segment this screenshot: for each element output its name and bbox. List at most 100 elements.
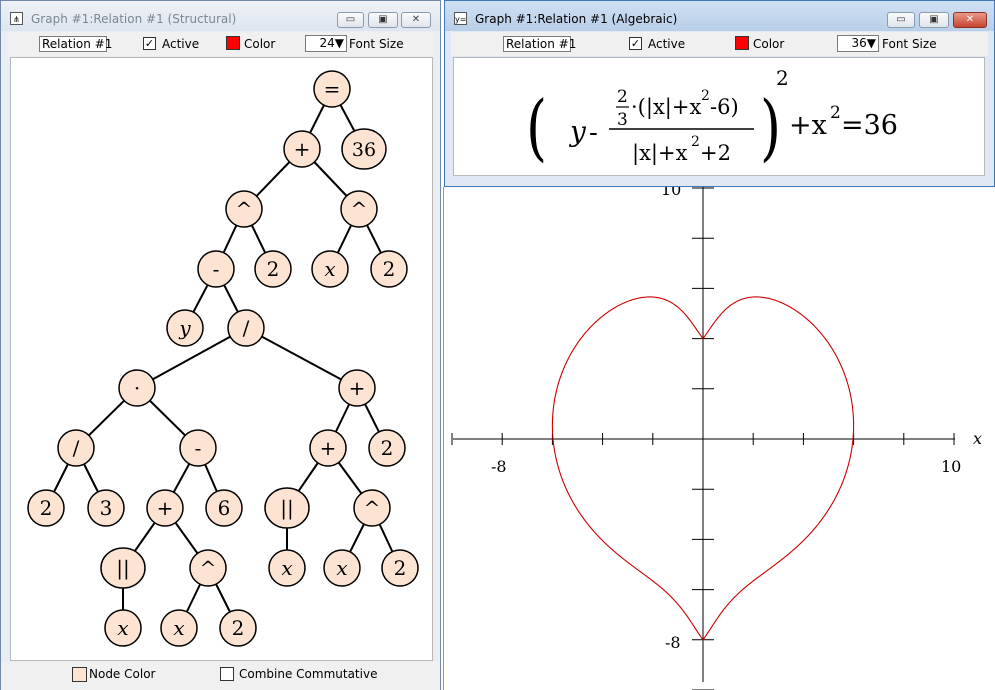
tree-node[interactable]: x [323, 549, 361, 587]
tree-node-label: 2 [394, 556, 407, 580]
tree-node[interactable]: 2 [370, 250, 408, 288]
close-paren: ) [760, 86, 781, 170]
active-checkbox[interactable]: ✓ [629, 37, 642, 50]
formula-plus-x: +x [789, 110, 827, 141]
tree-node[interactable]: || [100, 547, 146, 589]
open-paren: ( [526, 86, 547, 170]
combine-commutative-checkbox[interactable] [220, 667, 234, 681]
tree-node[interactable]: 2 [368, 429, 406, 467]
x-exp: 2 [830, 103, 841, 123]
tree-node[interactable]: + [338, 369, 376, 407]
fraction-two: 2 [617, 87, 628, 107]
formula-minus: - [589, 118, 598, 148]
minimize-button[interactable]: ▭ [337, 12, 364, 28]
numerator-rest: ·(|x|+x [631, 95, 701, 120]
tree-node[interactable]: = [313, 70, 351, 108]
tree-node[interactable]: x [311, 250, 349, 288]
tree-node-label: x [336, 556, 347, 580]
chevron-down-icon: ▼ [334, 36, 344, 50]
tree-node[interactable]: y [166, 309, 204, 347]
tree-node[interactable]: 6 [205, 489, 243, 527]
tree-node-label: 2 [381, 436, 394, 460]
tree-node-label: ^ [200, 556, 217, 580]
structural-statusbar: Node Color Combine Commutative [1, 662, 440, 690]
tree-node[interactable]: x [268, 549, 306, 587]
tree-node-label: || [280, 496, 293, 521]
active-checkbox[interactable]: ✓ [143, 37, 156, 50]
tree-node-label: ^ [351, 197, 368, 221]
tree-node-label: 36 [352, 139, 376, 161]
tree-node[interactable]: ^ [225, 190, 263, 228]
tree-node-label: - [213, 257, 220, 281]
expression-tree: = + 36 ^ ^ - 2 x 2 y / · + / - +2 2 3 +6 || ^ || ^ x x 2 x x 2 [27, 70, 419, 647]
structural-toolbar: Relation #1 ✓ Active Color 24▼ Font Size [7, 32, 434, 56]
active-label: Active [162, 37, 200, 51]
tree-node[interactable]: - [179, 429, 217, 467]
tree-node[interactable]: 2 [219, 609, 257, 647]
numerator-exp: 2 [701, 88, 710, 104]
x-axis-label: x [973, 429, 982, 448]
maximize-button[interactable]: ▣ [919, 12, 949, 28]
graph-plot[interactable]: x -8 10 10 -8 [443, 187, 995, 690]
close-button[interactable]: ✕ [953, 12, 987, 28]
tree-node[interactable]: · [118, 369, 156, 407]
tree-node[interactable]: 2 [27, 489, 65, 527]
x-min-label: -8 [491, 457, 507, 476]
tree-node-label: 6 [218, 496, 231, 520]
color-swatch[interactable] [226, 36, 240, 50]
tree-node[interactable]: || [264, 487, 310, 529]
algebraic-title: Graph #1:Relation #1 (Algebraic) [475, 12, 678, 26]
tree-node[interactable]: ^ [340, 190, 378, 228]
font-size-select[interactable]: 36▼ [837, 35, 879, 52]
numerator-tail: -6) [710, 95, 739, 119]
tree-node[interactable]: ^ [189, 549, 227, 587]
denominator-base: |x|+x [632, 141, 688, 166]
tree-node-label: · [134, 376, 140, 400]
x-max-label: 10 [941, 457, 961, 476]
tree-node-label: 2 [40, 496, 53, 520]
formula-pane: ( y - 2 3 ·(|x|+x 2 -6) |x|+x 2 +2 ) 2 +… [453, 57, 985, 176]
relation-name-field[interactable]: Relation #1 [39, 36, 112, 52]
tree-node-label: + [320, 436, 337, 460]
tree-node-label: y [178, 316, 191, 340]
tree-node[interactable]: 2 [254, 250, 292, 288]
tree-node-label: / [73, 436, 80, 460]
y-min-label: -8 [665, 633, 681, 652]
tree-node[interactable]: + [309, 429, 347, 467]
relation-name-field[interactable]: Relation #1 [503, 36, 576, 52]
tree-node-label: 3 [100, 496, 113, 520]
tree-node[interactable]: + [146, 489, 184, 527]
tree-node-label: 2 [232, 616, 245, 640]
tree-node[interactable]: 36 [341, 128, 387, 170]
formula-y: y [568, 115, 587, 148]
tree-node[interactable]: 2 [381, 549, 419, 587]
tree-node-label: x [324, 257, 335, 281]
font-size-value: 24 [319, 36, 335, 50]
tree-node[interactable]: - [197, 250, 235, 288]
tree-node-label: ^ [364, 496, 381, 520]
tree-node-label: + [294, 137, 311, 161]
tree-node[interactable]: / [227, 309, 265, 347]
font-size-select[interactable]: 24▼ [305, 35, 347, 52]
node-color-swatch[interactable] [72, 667, 87, 682]
tree-node[interactable]: ^ [353, 489, 391, 527]
font-size-label: Font Size [882, 37, 937, 51]
color-label: Color [244, 37, 276, 51]
denominator-exp: 2 [691, 134, 700, 150]
color-swatch[interactable] [735, 36, 749, 50]
algebraic-titlebar[interactable]: y= Graph #1:Relation #1 (Algebraic) ▭ ▣ … [445, 1, 994, 31]
tree-node[interactable]: x [104, 609, 142, 647]
close-button[interactable]: ✕ [401, 12, 431, 28]
tree-node[interactable]: / [57, 429, 95, 467]
structural-titlebar[interactable]: ⋔ Graph #1:Relation #1 (Structural) ▭ ▣ … [1, 1, 440, 31]
maximize-button[interactable]: ▣ [368, 12, 398, 28]
outer-exp: 2 [776, 66, 789, 90]
tree-node-label: + [349, 376, 366, 400]
combine-commutative-label: Combine Commutative [239, 667, 378, 681]
formula-display: ( y - 2 3 ·(|x|+x 2 -6) |x|+x 2 +2 ) 2 +… [526, 66, 898, 170]
minimize-button[interactable]: ▭ [887, 12, 915, 28]
structural-window: ⋔ Graph #1:Relation #1 (Structural) ▭ ▣ … [0, 0, 441, 690]
tree-node[interactable]: x [160, 609, 198, 647]
tree-node[interactable]: 3 [87, 489, 125, 527]
tree-node[interactable]: + [283, 130, 321, 168]
